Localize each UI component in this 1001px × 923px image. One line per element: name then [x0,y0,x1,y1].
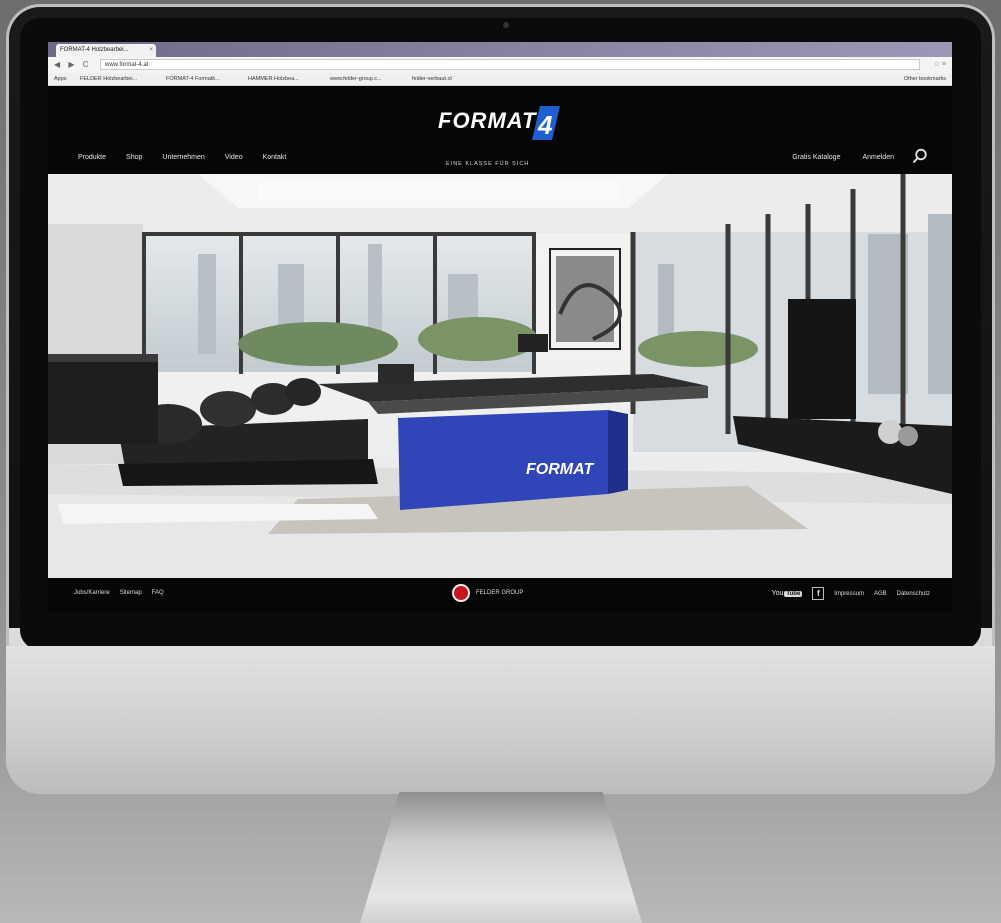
other-bookmarks[interactable]: Other bookmarks [904,74,946,84]
logo-number: 4 [537,110,553,140]
search-icon[interactable] [912,148,928,164]
site-footer: Jobs/Karriere Sitemap FAQ FELDER GROUP Y… [48,578,952,612]
site-header: FORMAT 4 EINE KLASSE FÜR SICH Produkte S… [48,86,952,174]
bookmarks-bar: Apps FELDER Holzbearbei... FORMAT-4 Form… [48,73,952,86]
url-input[interactable]: www.format-4.at [100,59,920,70]
bookmark-felder[interactable]: FELDER Holzbearbei... [80,74,137,84]
footer-jobs[interactable]: Jobs/Karriere [74,590,110,596]
camera-icon [503,22,509,28]
felder-group-logo[interactable]: FELDER GROUP [452,584,523,602]
tagline: EINE KLASSE FÜR SICH [446,161,530,167]
navigation-buttons[interactable]: ◀ ▶ C [54,60,92,69]
account-nav: Gratis Kataloge Anmelden [792,154,894,161]
bookmark-hammer[interactable]: HAMMER Holzbea... [248,74,299,84]
browser-tab-bar: FORMAT-4 Holzbearbei... × [48,42,952,57]
living-room-illustration: FORMAT [48,174,952,578]
screen: FORMAT-4 Holzbearbei... × ◀ ▶ C www.form… [48,42,952,612]
felder-text: FELDER GROUP [476,590,524,596]
hero-banner[interactable]: FORMAT [48,174,952,578]
footer-links-left: Jobs/Karriere Sitemap FAQ [74,590,164,596]
felder-icon [452,584,470,602]
youtube-icon[interactable]: You Tube [772,590,803,597]
footer-links-right: You Tube f Impressum AGB Datenschutz [772,587,930,600]
monitor-stand [360,792,642,923]
tab-close-icon[interactable]: × [149,44,153,57]
footer-impressum[interactable]: Impressum [834,591,864,597]
scene: FORMAT-4 Holzbearbei... × ◀ ▶ C www.form… [0,0,1001,923]
nav-produkte[interactable]: Produkte [78,154,106,161]
footer-datenschutz[interactable]: Datenschutz [897,591,930,597]
browser-tab[interactable]: FORMAT-4 Holzbearbei... × [56,44,156,57]
bookmark-felder-verbaut[interactable]: felder-verbaut.ol [412,74,452,84]
monitor-chin [6,646,995,794]
browser-address-bar: ◀ ▶ C www.format-4.at ☆ ≡ [48,57,952,73]
bookmark-apps[interactable]: Apps [54,74,67,84]
footer-faq[interactable]: FAQ [152,590,164,596]
nav-gratis-kataloge[interactable]: Gratis Kataloge [792,154,840,161]
nav-anmelden[interactable]: Anmelden [862,154,894,161]
footer-sitemap[interactable]: Sitemap [120,590,142,596]
nav-shop[interactable]: Shop [126,154,142,161]
bookmark-format4[interactable]: FORMAT-4 Formatk... [166,74,220,84]
logo-text: FORMAT [438,108,537,133]
nav-kontakt[interactable]: Kontakt [263,154,287,161]
tab-title: FORMAT-4 Holzbearbei... [60,47,129,53]
facebook-icon[interactable]: f [812,587,825,600]
bookmark-star-icon[interactable]: ☆ ≡ [934,60,946,68]
logo-4-mark: 4 [532,106,560,140]
format4-logo[interactable]: FORMAT 4 [438,104,568,144]
machine-label: FORMAT [526,461,594,478]
footer-agb[interactable]: AGB [874,591,887,597]
main-nav: Produkte Shop Unternehmen Video Kontakt [78,154,286,161]
nav-unternehmen[interactable]: Unternehmen [162,154,204,161]
bookmark-felder-group[interactable]: www.felder-group.c... [330,74,382,84]
nav-video[interactable]: Video [225,154,243,161]
